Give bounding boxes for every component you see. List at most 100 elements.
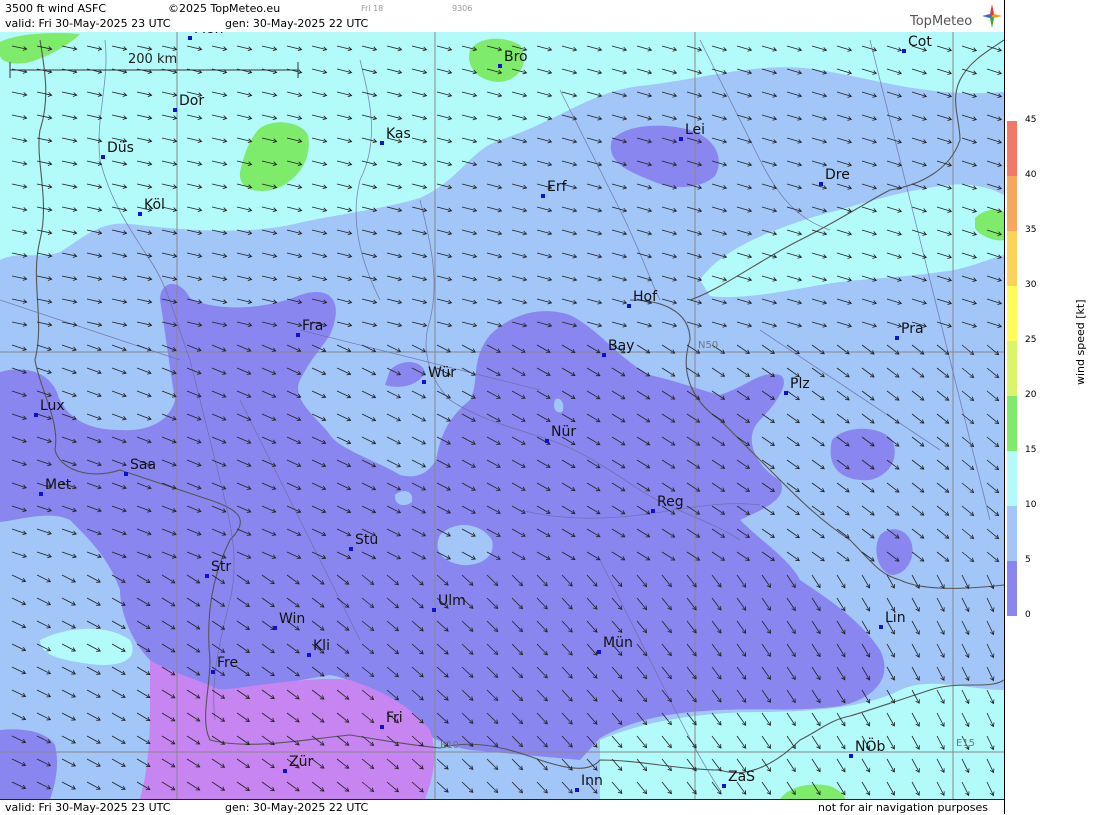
grid-label-n50: N50 xyxy=(698,340,719,351)
city-label-mun: Mün xyxy=(603,635,633,651)
city-label-dor: Dor xyxy=(179,93,205,109)
footer-bar: valid: Fri 30-May-2025 23 UTC gen: 30-Ma… xyxy=(0,799,1004,815)
city-label-mon: Mön xyxy=(194,32,224,37)
city-marker xyxy=(349,547,353,551)
city-marker xyxy=(273,626,277,630)
city-label-nur: Nür xyxy=(551,424,577,440)
city-label-fri: Fri xyxy=(386,710,403,726)
city-label-cot: Cot xyxy=(908,34,932,50)
grid-label-e10: E10 xyxy=(440,740,460,751)
city-marker xyxy=(283,769,287,773)
colorbar-segment xyxy=(1007,506,1017,562)
city-marker xyxy=(849,754,853,758)
colorbar-segment xyxy=(1007,341,1017,397)
city-label-fre: Fre xyxy=(217,655,239,671)
header-bar: 3500 ft wind ASFC ©2025 TopMeteo.eu Fri … xyxy=(0,0,1004,33)
city-label-lin: Lin xyxy=(885,610,906,626)
colorbar-segment xyxy=(1007,396,1017,452)
city-label-zur: Zür xyxy=(289,754,314,770)
city-marker xyxy=(575,788,579,792)
city-marker xyxy=(541,194,545,198)
city-marker xyxy=(432,608,436,612)
city-marker xyxy=(34,413,38,417)
city-label-kli: Kli xyxy=(313,638,330,654)
city-label-hof: Hof xyxy=(633,289,658,305)
colorbar-tick-label: 5 xyxy=(1025,555,1031,565)
product-title: 3500 ft wind ASFC xyxy=(5,2,106,15)
city-marker xyxy=(422,380,426,384)
colorbar-tick-label: 30 xyxy=(1025,280,1037,290)
city-label-fra: Fra xyxy=(302,318,324,334)
city-marker xyxy=(173,108,177,112)
city-marker xyxy=(205,574,209,578)
city-marker xyxy=(124,472,128,476)
colorbar-tick-label: 25 xyxy=(1025,335,1037,345)
valid-time: valid: Fri 30-May-2025 23 UTC xyxy=(5,17,171,30)
copyright: ©2025 TopMeteo.eu xyxy=(168,2,281,15)
city-label-lux: Lux xyxy=(40,398,65,414)
wind-map[interactable]: 200 km N50 E10 E15 Mön Dor Düs Köl Kas Bro Lei… xyxy=(0,32,1004,799)
generated-time: gen: 30-May-2025 22 UTC xyxy=(225,17,369,30)
city-label-str: Str xyxy=(211,559,232,575)
city-marker xyxy=(879,625,883,629)
small-code: 9306 xyxy=(452,4,473,13)
city-marker xyxy=(722,784,726,788)
small-day: Fri 18 xyxy=(361,4,384,13)
colorbar-segment xyxy=(1007,121,1017,177)
scale-label: 200 km xyxy=(128,52,178,67)
city-label-kol: Köl xyxy=(144,197,165,213)
colorbar-segment xyxy=(1007,451,1017,507)
footer-generated-time: gen: 30-May-2025 22 UTC xyxy=(225,801,369,814)
compass-logo-icon xyxy=(982,4,1002,28)
city-label-ulm: Ulm xyxy=(438,593,466,609)
city-marker xyxy=(380,725,384,729)
topmeteo-logo-text: TopMeteo xyxy=(910,14,973,29)
colorbar-tick-label: 0 xyxy=(1025,610,1031,620)
city-label-win: Win xyxy=(279,611,306,627)
city-marker xyxy=(296,333,300,337)
frame-line xyxy=(1004,0,1005,814)
city-label-lei: Lei xyxy=(685,122,706,138)
colorbar-segment xyxy=(1007,231,1017,287)
footer-valid-time: valid: Fri 30-May-2025 23 UTC xyxy=(5,801,171,814)
city-label-nob: NÖb xyxy=(855,739,886,755)
wind-speed-colorbar xyxy=(1007,121,1017,616)
city-label-kas: Kas xyxy=(386,126,411,142)
city-marker xyxy=(380,141,384,145)
city-label-dre: Dre xyxy=(825,167,850,183)
city-label-pra: Pra xyxy=(901,321,924,337)
city-label-stu: Stu xyxy=(355,532,379,548)
wind-area-5-10-plzen xyxy=(830,428,895,481)
city-marker xyxy=(784,391,788,395)
colorbar-segment xyxy=(1007,176,1017,232)
city-marker xyxy=(597,650,601,654)
city-marker xyxy=(895,336,899,340)
city-marker xyxy=(902,49,906,53)
colorbar-tick-label: 20 xyxy=(1025,390,1037,400)
grid-label-e15: E15 xyxy=(956,738,976,749)
city-label-saa: Saa xyxy=(130,457,157,473)
colorbar-tick-label: 15 xyxy=(1025,445,1037,455)
city-marker xyxy=(188,36,192,40)
colorbar-tick-label: 40 xyxy=(1025,170,1037,180)
city-marker xyxy=(602,353,606,357)
city-marker xyxy=(651,509,655,513)
footer-disclaimer: not for air navigation purposes xyxy=(818,801,988,814)
city-marker xyxy=(307,653,311,657)
city-label-dus: Düs xyxy=(107,140,134,156)
city-marker xyxy=(627,304,631,308)
city-marker xyxy=(498,64,502,68)
city-marker xyxy=(545,439,549,443)
colorbar-segment xyxy=(1007,286,1017,342)
city-marker xyxy=(211,670,215,674)
colorbar-tick-label: 35 xyxy=(1025,225,1037,235)
city-label-erf: Erf xyxy=(547,179,567,195)
colorbar-tick-label: 10 xyxy=(1025,500,1037,510)
colorbar-tick-label: 45 xyxy=(1025,115,1037,125)
city-marker xyxy=(819,182,823,186)
city-label-bay: Bay xyxy=(608,338,635,354)
city-label-bro: Bro xyxy=(504,49,528,65)
city-marker xyxy=(39,492,43,496)
city-label-reg: Reg xyxy=(657,494,684,510)
colorbar-title: wind speed [kt] xyxy=(1074,299,1087,386)
